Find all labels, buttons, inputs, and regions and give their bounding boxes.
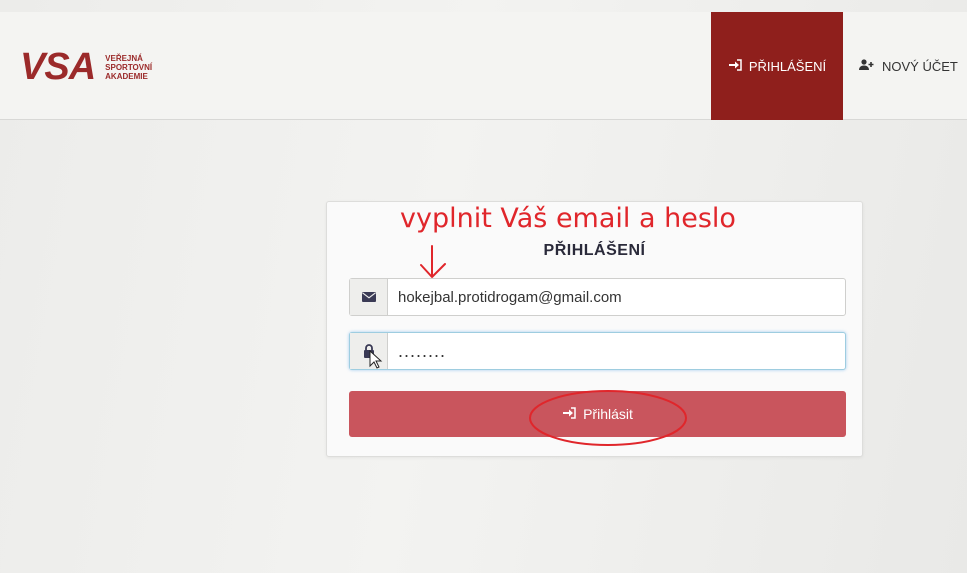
site-header: VSA VEŘEJNÁ SPORTOVNÍ AKADEMIE PŘIHLÁŠEN… — [0, 12, 967, 120]
nav-login[interactable]: PŘIHLÁŠENÍ — [711, 12, 843, 120]
main-nav: PŘIHLÁŠENÍ NOVÝ ÚČET — [711, 12, 967, 120]
nav-new-account-label: NOVÝ ÚČET — [882, 58, 958, 74]
envelope-icon — [350, 279, 388, 315]
mouse-cursor-icon — [369, 349, 383, 375]
password-field[interactable] — [388, 333, 845, 369]
logo-mark: VSA — [20, 46, 96, 88]
login-title: PŘIHLÁŠENÍ — [543, 242, 646, 259]
annotation-arrow-icon — [418, 244, 448, 285]
logo-line-2: SPORTOVNÍ — [105, 62, 153, 72]
password-input-group — [349, 332, 846, 370]
sign-in-icon — [728, 58, 742, 74]
logo[interactable]: VSA VEŘEJNÁ SPORTOVNÍ AKADEMIE — [20, 48, 152, 86]
logo-line-3: AKADEMIE — [105, 71, 148, 81]
logo-text: VEŘEJNÁ SPORTOVNÍ AKADEMIE — [105, 54, 152, 81]
nav-login-label: PŘIHLÁŠENÍ — [748, 58, 827, 74]
nav-new-account[interactable]: NOVÝ ÚČET — [843, 12, 967, 120]
user-plus-icon — [859, 58, 875, 74]
annotation-text: vyplnit Váš email a heslo — [400, 203, 736, 234]
annotation-circle — [527, 387, 689, 454]
email-field[interactable] — [388, 279, 845, 315]
logo-line-1: VEŘEJNÁ — [105, 53, 143, 63]
